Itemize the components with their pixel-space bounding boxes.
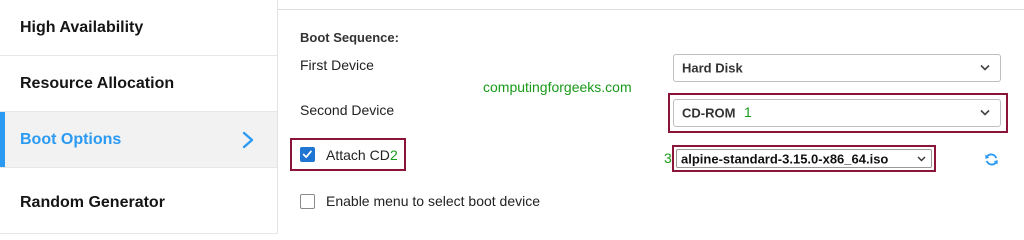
second-device-value: CD-ROM (682, 105, 736, 121)
sidebar-item-label: Boot Options (20, 130, 122, 148)
first-device-value: Hard Disk (682, 60, 743, 76)
chevron-right-icon (242, 131, 254, 148)
check-icon (302, 150, 312, 158)
enable-boot-menu-label: Enable menu to select boot device (326, 193, 541, 209)
attach-cd-checkbox[interactable] (300, 147, 315, 162)
sidebar-item-label: High Availability (20, 18, 144, 36)
sidebar-item-random-generator[interactable]: Random Generator (0, 168, 277, 234)
iso-select[interactable]: alpine-standard-3.15.0-x86_64.iso (676, 149, 932, 168)
refresh-icon[interactable] (984, 152, 999, 167)
chevron-down-icon (980, 109, 990, 116)
active-indicator (0, 112, 5, 167)
vm-settings-panel: High Availability Resource Allocation Bo… (0, 0, 1024, 234)
boot-sequence-title: Boot Sequence: (300, 30, 399, 45)
enable-boot-menu-checkbox[interactable] (300, 194, 315, 209)
sidebar-item-resource-allocation[interactable]: Resource Allocation (0, 56, 277, 112)
sidebar-item-label: Resource Allocation (20, 74, 175, 92)
sidebar-item-label: Random Generator (20, 194, 165, 211)
second-device-label: Second Device (300, 102, 395, 118)
sidebar-item-boot-options[interactable]: Boot Options (0, 112, 277, 168)
first-device-label: First Device (300, 57, 374, 73)
chevron-down-icon (917, 156, 926, 161)
second-device-select[interactable]: CD-ROM (673, 99, 1001, 127)
chevron-down-icon (980, 64, 990, 71)
iso-value: alpine-standard-3.15.0-x86_64.iso (681, 151, 889, 166)
watermark-text: computingforgeeks.com (483, 79, 632, 95)
first-device-select[interactable]: Hard Disk (673, 54, 1001, 82)
attach-cd-label: Attach CD (326, 147, 390, 163)
sidebar-item-high-availability[interactable]: High Availability (0, 0, 277, 56)
sidebar: High Availability Resource Allocation Bo… (0, 0, 278, 234)
annotation-number-1: 1 (744, 104, 752, 120)
annotation-number-2: 2 (390, 147, 398, 163)
divider (278, 9, 1024, 10)
annotation-number-3: 3 (664, 150, 672, 166)
